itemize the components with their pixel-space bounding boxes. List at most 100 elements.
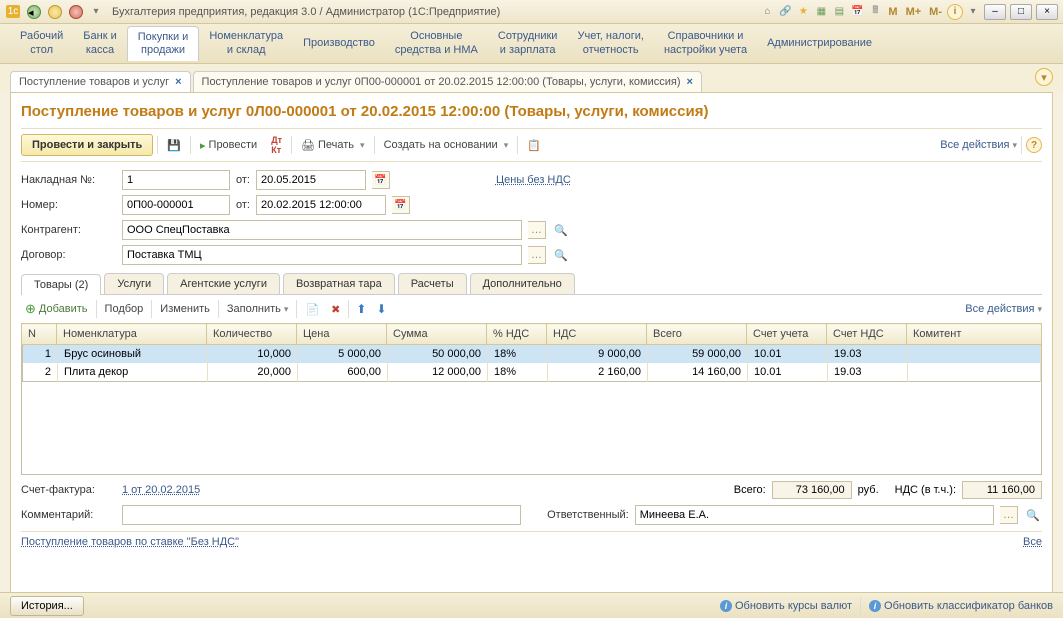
print-button[interactable]: 🖨 Печать bbox=[296, 136, 370, 155]
update-rates-link[interactable]: iОбновить курсы валют bbox=[720, 600, 852, 612]
menu-admin[interactable]: Администрирование bbox=[757, 33, 882, 54]
info-icon[interactable]: i bbox=[947, 4, 963, 20]
table-row[interactable]: 1 Брус осиновый 10,000 5 000,00 50 000,0… bbox=[23, 345, 1041, 363]
invoice-fact-link[interactable]: 1 от 20.02.2015 bbox=[122, 484, 200, 496]
th-qty[interactable]: Количество bbox=[207, 324, 297, 345]
th-sum[interactable]: Сумма bbox=[387, 324, 487, 345]
fill-button[interactable]: Заполнить bbox=[223, 301, 293, 317]
prices-link[interactable]: Цены без НДС bbox=[496, 174, 571, 186]
select-icon[interactable]: … bbox=[528, 221, 546, 239]
nav-back-icon[interactable]: ◂ bbox=[25, 3, 43, 21]
responsible-input[interactable] bbox=[635, 505, 994, 525]
select-icon[interactable]: … bbox=[1000, 506, 1018, 524]
menu-bank[interactable]: Банк и касса bbox=[73, 26, 126, 60]
tab-agent[interactable]: Агентские услуги bbox=[167, 273, 280, 294]
all-actions-button[interactable]: Все действия bbox=[940, 139, 1017, 151]
menu-purchases[interactable]: Покупки и продажи bbox=[127, 26, 200, 61]
add-button[interactable]: Добавить bbox=[21, 299, 92, 319]
th-total[interactable]: Всего bbox=[647, 324, 747, 345]
m-plus-button[interactable]: M+ bbox=[903, 6, 925, 18]
pick-button[interactable]: Подбор bbox=[101, 301, 148, 317]
save-icon[interactable]: 💾 bbox=[162, 136, 186, 155]
invoice-num-input[interactable] bbox=[122, 170, 230, 190]
list-icon[interactable]: ▤ bbox=[831, 4, 847, 20]
tab-services[interactable]: Услуги bbox=[104, 273, 164, 294]
delete-icon[interactable]: ✖ bbox=[327, 301, 344, 318]
calendar-icon[interactable]: 📅 bbox=[849, 4, 865, 20]
datetime-input[interactable] bbox=[256, 195, 386, 215]
menu-staff[interactable]: Сотрудники и зарплата bbox=[488, 26, 568, 60]
menu-desktop[interactable]: Рабочий стол bbox=[10, 26, 73, 60]
table-row[interactable]: 2 Плита декор 20,000 600,00 12 000,00 18… bbox=[23, 363, 1041, 382]
th-vatrate[interactable]: % НДС bbox=[487, 324, 547, 345]
tab-returnable[interactable]: Возвратная тара bbox=[283, 273, 395, 294]
edit-button[interactable]: Изменить bbox=[156, 301, 214, 317]
menu-nomenclature[interactable]: Номенклатура и склад bbox=[199, 26, 293, 60]
tab-goods[interactable]: Товары (2) bbox=[21, 274, 101, 295]
tab-additional[interactable]: Дополнительно bbox=[470, 273, 575, 294]
th-committent[interactable]: Комитент bbox=[907, 324, 1042, 345]
calc-icon[interactable]: 🖩 bbox=[867, 4, 883, 20]
th-price[interactable]: Цена bbox=[297, 324, 387, 345]
th-nom[interactable]: Номенклатура bbox=[57, 324, 207, 345]
inner-tabs: Товары (2) Услуги Агентские услуги Возвр… bbox=[21, 273, 1042, 295]
grid-icon[interactable]: ▦ bbox=[813, 4, 829, 20]
invoice-date-input[interactable] bbox=[256, 170, 366, 190]
all-link[interactable]: Все bbox=[1023, 536, 1042, 548]
tab-list[interactable]: Поступление товаров и услуг × bbox=[10, 71, 191, 92]
search-icon[interactable]: 🔍 bbox=[1024, 506, 1042, 524]
copy-icon[interactable]: 📄 bbox=[301, 301, 323, 318]
vat-incl-value: 11 160,00 bbox=[962, 481, 1042, 499]
th-acc[interactable]: Счет учета bbox=[747, 324, 827, 345]
contract-input[interactable] bbox=[122, 245, 522, 265]
menu-refs[interactable]: Справочники и настройки учета bbox=[654, 26, 757, 60]
nav-fwd-icon[interactable] bbox=[46, 3, 64, 21]
minimize-button[interactable]: – bbox=[984, 4, 1006, 20]
dropdown-icon[interactable]: ▾ bbox=[88, 4, 104, 20]
comment-input[interactable] bbox=[122, 505, 521, 525]
counterparty-input[interactable] bbox=[122, 220, 522, 240]
menu-production[interactable]: Производство bbox=[293, 33, 385, 54]
menu-assets[interactable]: Основные средства и НМА bbox=[385, 26, 488, 60]
help-icon[interactable]: ? bbox=[1026, 137, 1042, 153]
comment-label: Комментарий: bbox=[21, 509, 116, 521]
nav-stop-icon[interactable] bbox=[67, 3, 85, 21]
dt-kt-icon[interactable]: ДтКт bbox=[266, 132, 287, 158]
history-button[interactable]: История... bbox=[10, 596, 84, 616]
currency-label: руб. bbox=[858, 484, 879, 496]
menu-taxes[interactable]: Учет, налоги, отчетность bbox=[567, 26, 653, 60]
home-icon[interactable]: ⌂ bbox=[759, 4, 775, 20]
create-based-button[interactable]: Создать на основании bbox=[379, 136, 514, 154]
star-icon[interactable]: ★ bbox=[795, 4, 811, 20]
calendar-icon[interactable]: 📅 bbox=[392, 196, 410, 214]
select-icon[interactable]: … bbox=[528, 246, 546, 264]
th-vat[interactable]: НДС bbox=[547, 324, 647, 345]
close-button[interactable]: × bbox=[1036, 4, 1058, 20]
post-close-button[interactable]: Провести и закрыть bbox=[21, 134, 153, 156]
move-down-icon[interactable]: ⬇ bbox=[373, 302, 389, 316]
calendar-icon[interactable]: 📅 bbox=[372, 171, 390, 189]
tab-close-icon[interactable]: × bbox=[687, 76, 693, 88]
tab-document[interactable]: Поступление товаров и услуг 0П00-000001 … bbox=[193, 71, 702, 92]
search-icon[interactable]: 🔍 bbox=[552, 221, 570, 239]
link-icon[interactable]: 🔗 bbox=[777, 4, 793, 20]
m-button[interactable]: M bbox=[885, 6, 900, 18]
search-icon[interactable]: 🔍 bbox=[552, 246, 570, 264]
dropdown2-icon[interactable]: ▾ bbox=[965, 4, 981, 20]
m-minus-button[interactable]: M- bbox=[926, 6, 945, 18]
maximize-button[interactable]: □ bbox=[1010, 4, 1032, 20]
table-all-actions[interactable]: Все действия bbox=[965, 303, 1042, 315]
post-button[interactable]: ▸Провести bbox=[195, 136, 262, 155]
number-input[interactable] bbox=[122, 195, 230, 215]
tab-close-icon[interactable]: × bbox=[175, 76, 181, 88]
update-banks-link[interactable]: iОбновить классификатор банков bbox=[869, 600, 1053, 612]
table-toolbar: Добавить Подбор Изменить Заполнить 📄 ✖ ⬆… bbox=[21, 295, 1042, 323]
tab-calc[interactable]: Расчеты bbox=[398, 273, 467, 294]
th-n[interactable]: N bbox=[22, 324, 57, 345]
bottom-rate-link[interactable]: Поступление товаров по ставке "Без НДС" bbox=[21, 536, 239, 548]
move-up-icon[interactable]: ⬆ bbox=[353, 302, 369, 316]
th-vatacc[interactable]: Счет НДС bbox=[827, 324, 907, 345]
invoice-num-label: Накладная №: bbox=[21, 174, 116, 186]
tabs-dropdown-button[interactable]: ▾ bbox=[1035, 68, 1053, 86]
report-icon[interactable]: 📋 bbox=[522, 136, 546, 155]
